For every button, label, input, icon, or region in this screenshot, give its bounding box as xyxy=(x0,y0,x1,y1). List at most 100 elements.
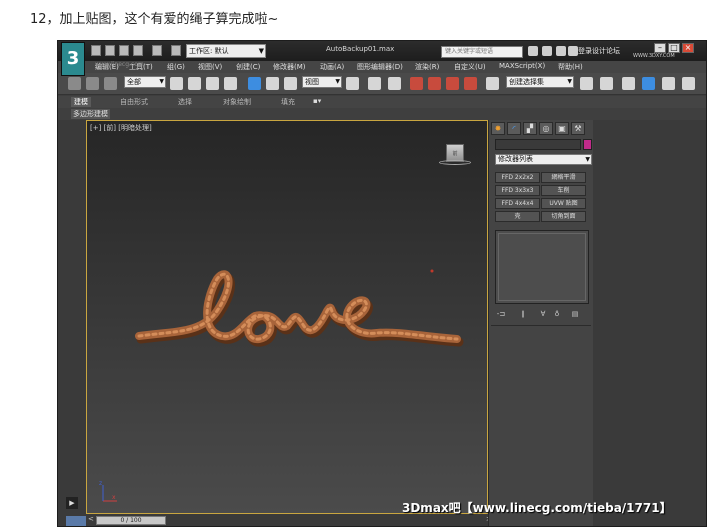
show-end-result-icon[interactable]: ∥ xyxy=(517,309,529,319)
material-editor-icon[interactable] xyxy=(662,77,675,90)
play-icon[interactable]: ▶ xyxy=(66,497,78,509)
angle-snap-icon[interactable] xyxy=(428,77,441,90)
selection-filter-dropdown[interactable]: 全部 ▼ xyxy=(124,76,166,88)
menu-create[interactable]: 创建(C) xyxy=(236,62,260,72)
rotate-tool-icon[interactable] xyxy=(266,77,279,90)
user-icon[interactable] xyxy=(568,46,578,56)
modifier-stack[interactable] xyxy=(495,230,589,304)
tab-object-paint[interactable]: 对象绘制 xyxy=(223,97,251,107)
layer-manager-icon[interactable] xyxy=(622,77,635,90)
chamfer-button[interactable]: 切角到面 xyxy=(541,211,586,222)
menu-animation[interactable]: 动画(A) xyxy=(320,62,344,72)
move-tool-icon[interactable] xyxy=(248,77,261,90)
ffd4-button[interactable]: FFD 4x4x4 xyxy=(495,198,540,209)
tab-freeform[interactable]: 自由形式 xyxy=(120,97,148,107)
app-logo[interactable]: 3 xyxy=(61,42,85,76)
uvw-map-button[interactable]: UVW 贴图 xyxy=(541,198,586,209)
pin-stack-icon[interactable]: -⊐ xyxy=(495,309,507,319)
love-rope-object[interactable] xyxy=(127,261,467,381)
scale-tool-icon[interactable] xyxy=(284,77,297,90)
named-selection-dropdown[interactable]: 创建选择集 ▼ xyxy=(506,76,574,88)
reference-coord-dropdown[interactable]: 视图 ▼ xyxy=(302,76,342,88)
project-folder-icon[interactable] xyxy=(171,45,181,56)
menu-help[interactable]: 帮助(H) xyxy=(558,62,583,72)
utilities-tab-icon[interactable]: ⚒ xyxy=(571,122,585,135)
meshsmooth-button[interactable]: 網格平滑 xyxy=(541,172,586,183)
configure-sets-icon[interactable]: ▤ xyxy=(569,309,581,319)
menu-customize[interactable]: 自定义(U) xyxy=(454,62,486,72)
menu-graph-editors[interactable]: 图形编辑器(D) xyxy=(357,62,403,72)
select-object-icon[interactable] xyxy=(170,77,183,90)
window-crossing-icon[interactable] xyxy=(224,77,237,90)
undo-icon[interactable] xyxy=(133,45,143,56)
time-prev-button[interactable]: < xyxy=(88,515,94,523)
viewcube-ring[interactable] xyxy=(439,160,471,165)
modifier-stack-list[interactable] xyxy=(498,233,586,301)
rope-twist-highlight xyxy=(137,272,459,341)
polygon-modeling-label[interactable]: 多边形建模 xyxy=(71,109,110,119)
search-input[interactable]: 键入关键字或短语 xyxy=(441,46,523,58)
redo-icon[interactable] xyxy=(152,45,162,56)
open-file-icon[interactable] xyxy=(105,45,115,56)
menu-modifiers[interactable]: 修改器(M) xyxy=(273,62,306,72)
modifier-list-dropdown[interactable]: 修改器列表 ▼ xyxy=(495,154,592,165)
search-icon[interactable] xyxy=(528,46,538,56)
unlink-icon[interactable] xyxy=(86,77,99,90)
create-tab-icon[interactable]: ✸ xyxy=(491,122,505,135)
bind-spacewarp-icon[interactable] xyxy=(104,77,117,90)
save-file-icon[interactable] xyxy=(119,45,129,56)
workspace-label: 工作区: 默认 xyxy=(189,47,229,55)
tab-modeling[interactable]: 建模 xyxy=(71,97,91,107)
snap-toggle-icon[interactable] xyxy=(410,77,423,90)
link-icon[interactable] xyxy=(68,77,81,90)
reference-coord-value: 视图 xyxy=(305,78,319,86)
favorites-icon[interactable] xyxy=(556,46,566,56)
new-file-icon[interactable] xyxy=(91,45,101,56)
minimize-button[interactable]: – xyxy=(654,43,666,53)
front-viewport[interactable]: [+] [前] [明暗处理] 前 x z xyxy=(86,120,488,514)
remove-modifier-icon[interactable]: ♁ xyxy=(551,309,563,319)
tab-selection[interactable]: 选择 xyxy=(178,97,192,107)
help-label[interactable]: 登录设计论坛 xyxy=(578,46,620,56)
chevron-down-icon: ▼ xyxy=(159,78,164,85)
step-caption: 12，加上贴图，这个有爱的绳子算完成啦~ xyxy=(30,12,279,27)
object-color-swatch[interactable] xyxy=(583,139,592,150)
lathe-button[interactable]: 车削 xyxy=(541,185,586,196)
motion-tab-icon[interactable]: ◎ xyxy=(539,122,553,135)
tab-populate[interactable]: 填充 xyxy=(281,97,295,107)
stack-separator xyxy=(491,325,591,326)
keyboard-shortcut-icon[interactable] xyxy=(388,77,401,90)
ffd3-button[interactable]: FFD 3x3x3 xyxy=(495,185,540,196)
shell-button[interactable]: 壳 xyxy=(495,211,540,222)
edit-named-selection-icon[interactable] xyxy=(486,77,499,90)
percent-snap-icon[interactable] xyxy=(446,77,459,90)
url-watermark: www.linecg.com xyxy=(95,61,144,68)
select-by-name-icon[interactable] xyxy=(188,77,201,90)
time-slider[interactable]: 0 / 100 xyxy=(96,516,166,525)
menu-rendering[interactable]: 渲染(R) xyxy=(415,62,439,72)
menu-maxscript[interactable]: MAXScript(X) xyxy=(499,62,545,70)
maximize-button[interactable]: □ xyxy=(668,43,680,53)
modify-tab-icon[interactable]: ◜ xyxy=(507,122,521,135)
select-manipulate-icon[interactable] xyxy=(368,77,381,90)
ribbon-options-icon[interactable]: ▪▾ xyxy=(313,97,321,105)
ffd2-button[interactable]: FFD 2x2x2 xyxy=(495,172,540,183)
workspace-dropdown[interactable]: 工作区: 默认 ▼ xyxy=(186,44,266,58)
rectangular-selection-icon[interactable] xyxy=(206,77,219,90)
pivot-center-icon[interactable] xyxy=(346,77,359,90)
mini-listener-button[interactable] xyxy=(66,516,86,526)
menu-views[interactable]: 视图(V) xyxy=(198,62,222,72)
curve-editor-icon[interactable] xyxy=(642,77,655,90)
subscription-icon[interactable] xyxy=(542,46,552,56)
spinner-snap-icon[interactable] xyxy=(464,77,477,90)
render-setup-icon[interactable] xyxy=(682,77,695,90)
viewport-label[interactable]: [+] [前] [明暗处理] xyxy=(90,123,152,133)
menu-group[interactable]: 组(G) xyxy=(167,62,185,72)
hierarchy-tab-icon[interactable]: ▞ xyxy=(523,122,537,135)
display-tab-icon[interactable]: ▣ xyxy=(555,122,569,135)
object-name-field[interactable] xyxy=(495,139,581,150)
mirror-icon[interactable] xyxy=(580,77,593,90)
close-button[interactable]: × xyxy=(682,43,694,53)
make-unique-icon[interactable]: ∀ xyxy=(537,309,549,319)
align-icon[interactable] xyxy=(600,77,613,90)
